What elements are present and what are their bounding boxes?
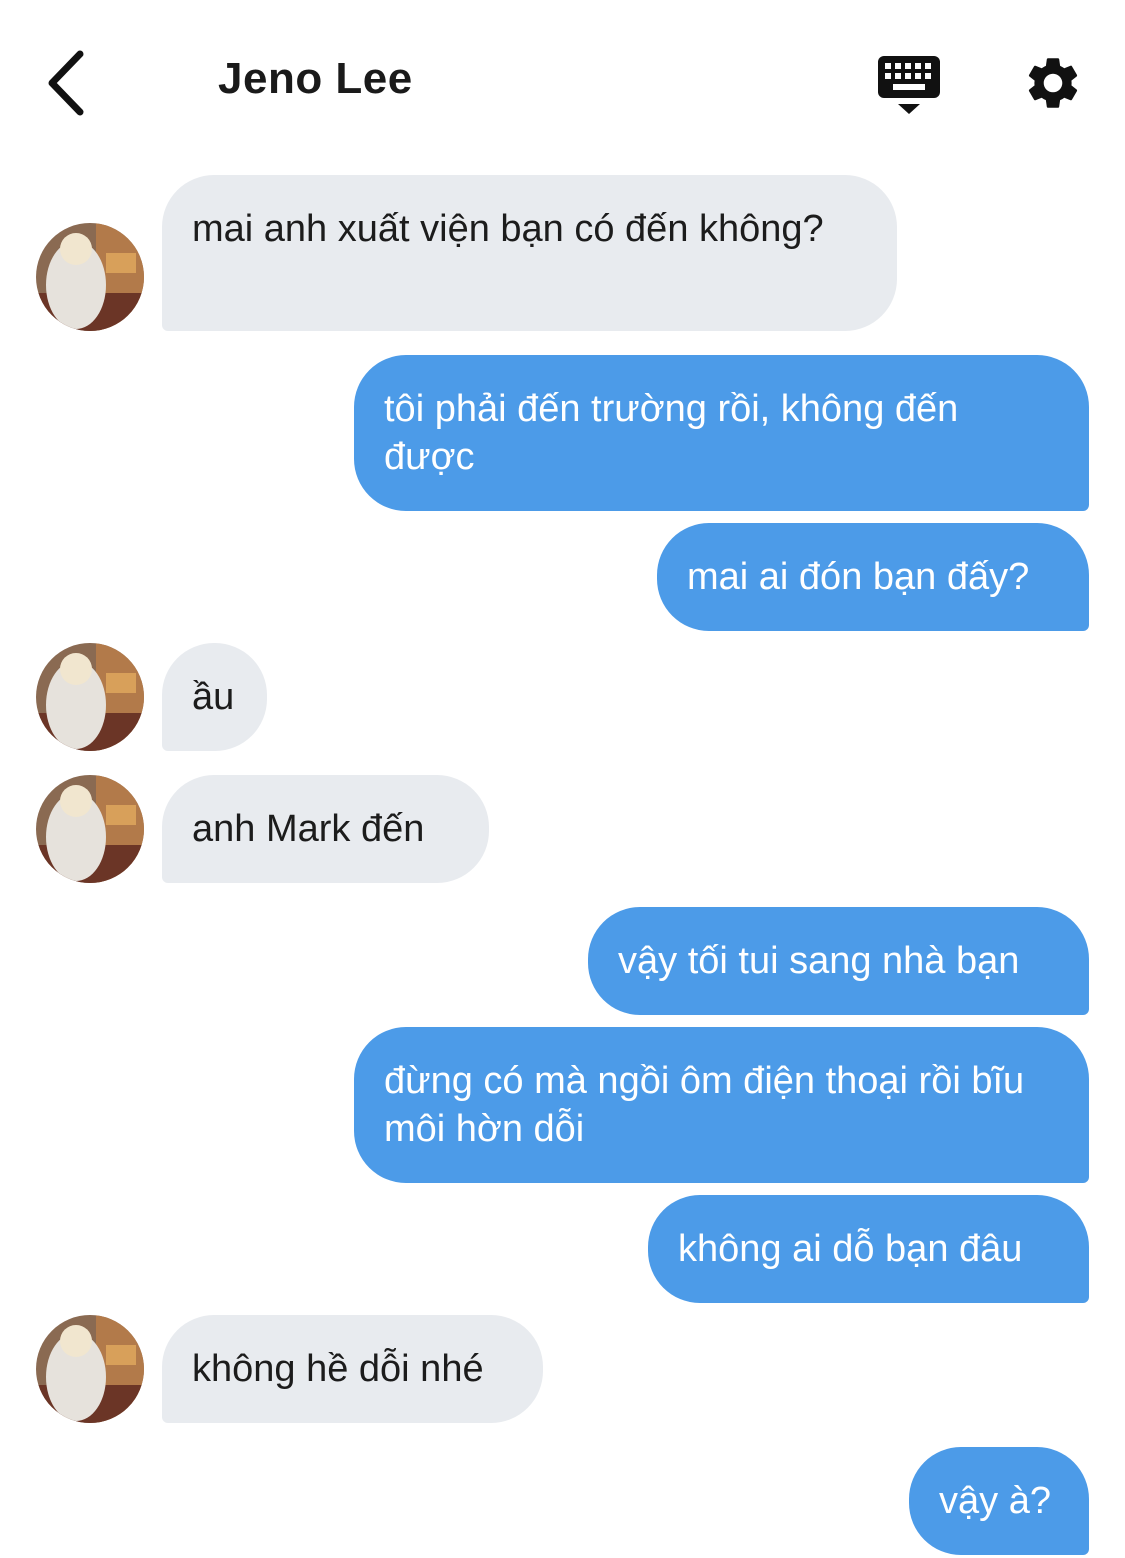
message-bubble-incoming[interactable]: không hề dỗi nhé: [162, 1315, 543, 1423]
message-bubble-outgoing[interactable]: vậy à?: [909, 1447, 1089, 1555]
message-list: mai anh xuất viện bạn có đến không? tôi …: [0, 0, 1125, 1558]
message-bubble-outgoing[interactable]: không ai dỗ bạn đâu: [648, 1195, 1089, 1303]
avatar[interactable]: [36, 1315, 144, 1423]
message-bubble-outgoing[interactable]: mai ai đón bạn đấy?: [657, 523, 1089, 631]
message-bubble-outgoing[interactable]: vậy tối tui sang nhà bạn: [588, 907, 1089, 1015]
message-bubble-outgoing[interactable]: đừng có mà ngồi ôm điện thoại rồi bĩu mô…: [354, 1027, 1089, 1183]
avatar-photo: [36, 775, 144, 883]
avatar-photo: [36, 223, 144, 331]
message-bubble-incoming[interactable]: anh Mark đến: [162, 775, 489, 883]
avatar[interactable]: [36, 775, 144, 883]
message-bubble-incoming[interactable]: ầu: [162, 643, 267, 751]
avatar[interactable]: [36, 643, 144, 751]
avatar-photo: [36, 643, 144, 751]
message-bubble-outgoing[interactable]: tôi phải đến trường rồi, không đến được: [354, 355, 1089, 511]
avatar-photo: [36, 1315, 144, 1423]
avatar[interactable]: [36, 223, 144, 331]
message-bubble-incoming[interactable]: mai anh xuất viện bạn có đến không?: [162, 175, 897, 331]
